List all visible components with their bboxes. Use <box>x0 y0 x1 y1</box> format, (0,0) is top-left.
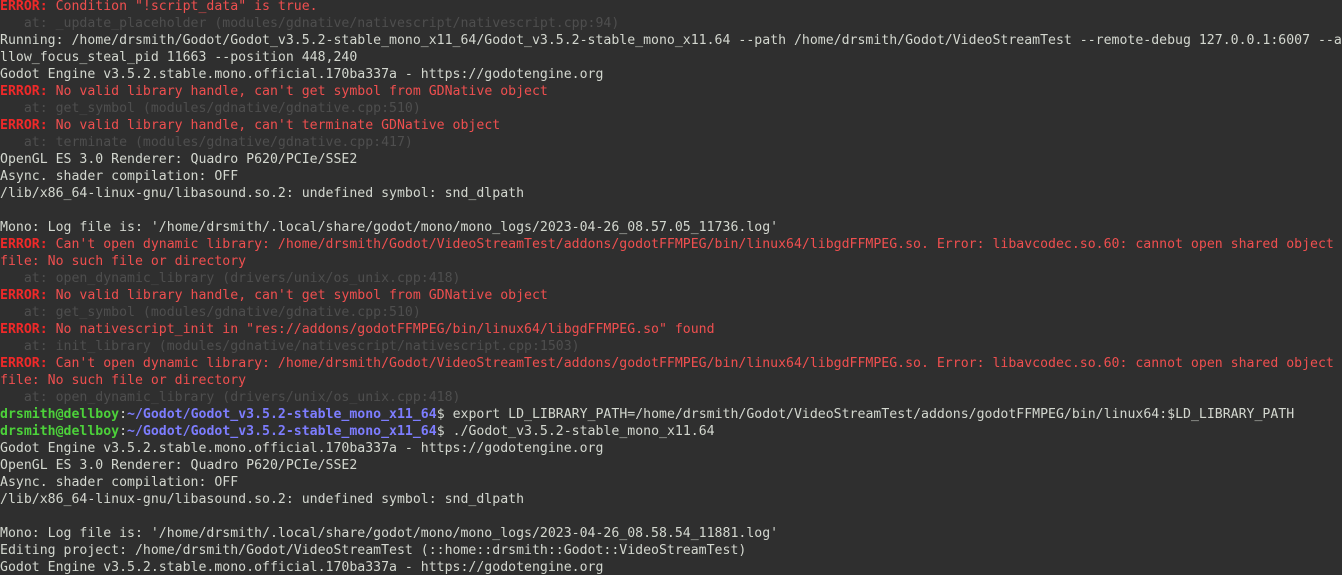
output-text: Mono: Log file is: '/home/drsmith/.local… <box>0 220 779 235</box>
error-line: ERROR: Can't open dynamic library: /home… <box>0 355 1342 372</box>
trace-line: at: get_symbol (modules/gdnative/gdnativ… <box>0 304 1342 321</box>
output-text: OpenGL ES 3.0 Renderer: Quadro P620/PCIe… <box>0 152 358 167</box>
output-text: /lib/x86_64-linux-gnu/libasound.so.2: un… <box>0 186 525 201</box>
command-text: $ export LD_LIBRARY_PATH=/home/drsmith/G… <box>436 407 1295 422</box>
output-text: llow_focus_steal_pid 11663 --position 44… <box>0 50 358 65</box>
trace-text: at: get_symbol (modules/gdnative/gdnativ… <box>0 101 421 116</box>
error-line-continuation: file: No such file or directory <box>0 253 1342 270</box>
error-message: Condition "!script_data" is true. <box>47 0 318 14</box>
prompt-line: drsmith@dellboy:~/Godot/Godot_v3.5.2-sta… <box>0 406 1342 423</box>
error-message: file: No such file or directory <box>0 373 247 388</box>
error-message: No nativescript_init in "res://addons/go… <box>47 322 715 337</box>
output-line: Mono: Log file is: '/home/drsmith/.local… <box>0 525 1342 542</box>
trace-line: at: terminate (modules/gdnative/gdnative… <box>0 134 1342 151</box>
output-text: Async. shader compilation: OFF <box>0 169 239 184</box>
output-line: Editing project: /home/drsmith/Godot/Vid… <box>0 542 1342 559</box>
trace-text: at: terminate (modules/gdnative/gdnative… <box>0 135 413 150</box>
error-message: No valid library handle, can't get symbo… <box>47 84 548 99</box>
output-text: Godot Engine v3.5.2.stable.mono.official… <box>0 441 604 456</box>
output-line: /lib/x86_64-linux-gnu/libasound.so.2: un… <box>0 491 1342 508</box>
output-text: Async. shader compilation: OFF <box>0 475 239 490</box>
prompt-path: ~/Godot/Godot_v3.5.2-stable_mono_x11_64 <box>127 407 437 422</box>
error-label: ERROR: <box>0 118 48 133</box>
output-text: Running: /home/drsmith/Godot/Godot_v3.5.… <box>0 33 1342 48</box>
trace-line: at: open_dynamic_library (drivers/unix/o… <box>0 270 1342 287</box>
output-text: /lib/x86_64-linux-gnu/libasound.so.2: un… <box>0 492 525 507</box>
error-line: ERROR: No valid library handle, can't ge… <box>0 83 1342 100</box>
output-text: Godot Engine v3.5.2.stable.mono.official… <box>0 67 604 82</box>
trace-line: at: init_library (modules/gdnative/nativ… <box>0 338 1342 355</box>
trace-text: at: open_dynamic_library (drivers/unix/o… <box>0 271 461 286</box>
error-line: ERROR: No nativescript_init in "res://ad… <box>0 321 1342 338</box>
prompt-separator: : <box>119 407 128 422</box>
error-message: Can't open dynamic library: /home/drsmit… <box>47 237 1334 252</box>
output-line: Mono: Log file is: '/home/drsmith/.local… <box>0 219 1342 236</box>
output-line: Godot Engine v3.5.2.stable.mono.official… <box>0 559 1342 575</box>
output-text: Godot Engine v3.5.2.stable.mono.official… <box>0 560 604 575</box>
output-line: Async. shader compilation: OFF <box>0 168 1342 185</box>
output-text: Editing project: /home/drsmith/Godot/Vid… <box>0 543 747 558</box>
command-text: $ ./Godot_v3.5.2-stable_mono_x11.64 <box>436 424 715 439</box>
trace-text: at: get_symbol (modules/gdnative/gdnativ… <box>0 305 421 320</box>
trace-line: at: _update_placeholder (modules/gdnativ… <box>0 15 1342 32</box>
prompt-line: drsmith@dellboy:~/Godot/Godot_v3.5.2-sta… <box>0 423 1342 440</box>
error-line-continuation: file: No such file or directory <box>0 372 1342 389</box>
prompt-path: ~/Godot/Godot_v3.5.2-stable_mono_x11_64 <box>127 424 437 439</box>
trace-text: at: _update_placeholder (modules/gdnativ… <box>0 16 620 31</box>
output-line: OpenGL ES 3.0 Renderer: Quadro P620/PCIe… <box>0 457 1342 474</box>
output-line: /lib/x86_64-linux-gnu/libasound.so.2: un… <box>0 185 1342 202</box>
trace-line: at: open_dynamic_library (drivers/unix/o… <box>0 389 1342 406</box>
prompt-user: drsmith@dellboy <box>0 407 120 422</box>
output-line: Async. shader compilation: OFF <box>0 474 1342 491</box>
trace-line: at: get_symbol (modules/gdnative/gdnativ… <box>0 100 1342 117</box>
error-line: ERROR: No valid library handle, can't te… <box>0 117 1342 134</box>
output-text: Mono: Log file is: '/home/drsmith/.local… <box>0 526 779 541</box>
error-line: ERROR: Can't open dynamic library: /home… <box>0 236 1342 253</box>
output-line: Godot Engine v3.5.2.stable.mono.official… <box>0 440 1342 457</box>
error-label: ERROR: <box>0 288 48 303</box>
error-label: ERROR: <box>0 237 48 252</box>
trace-text: at: open_dynamic_library (drivers/unix/o… <box>0 390 461 405</box>
error-message: Can't open dynamic library: /home/drsmit… <box>47 356 1334 371</box>
error-label: ERROR: <box>0 356 48 371</box>
trace-text: at: init_library (modules/gdnative/nativ… <box>0 339 580 354</box>
output-line: Running: /home/drsmith/Godot/Godot_v3.5.… <box>0 32 1342 49</box>
error-line: ERROR: Condition "!script_data" is true. <box>0 0 1342 15</box>
prompt-separator: : <box>119 424 128 439</box>
error-message: file: No such file or directory <box>0 254 247 269</box>
error-message: No valid library handle, can't terminate… <box>47 118 501 133</box>
error-message: No valid library handle, can't get symbo… <box>47 288 548 303</box>
error-label: ERROR: <box>0 322 48 337</box>
output-line: Godot Engine v3.5.2.stable.mono.official… <box>0 66 1342 83</box>
error-label: ERROR: <box>0 84 48 99</box>
prompt-user: drsmith@dellboy <box>0 424 120 439</box>
error-line: ERROR: No valid library handle, can't ge… <box>0 287 1342 304</box>
output-line: llow_focus_steal_pid 11663 --position 44… <box>0 49 1342 66</box>
output-line: OpenGL ES 3.0 Renderer: Quadro P620/PCIe… <box>0 151 1342 168</box>
error-label: ERROR: <box>0 0 48 14</box>
terminal-output[interactable]: ERROR: Condition "!script_data" is true.… <box>0 0 1342 575</box>
output-text: OpenGL ES 3.0 Renderer: Quadro P620/PCIe… <box>0 458 358 473</box>
